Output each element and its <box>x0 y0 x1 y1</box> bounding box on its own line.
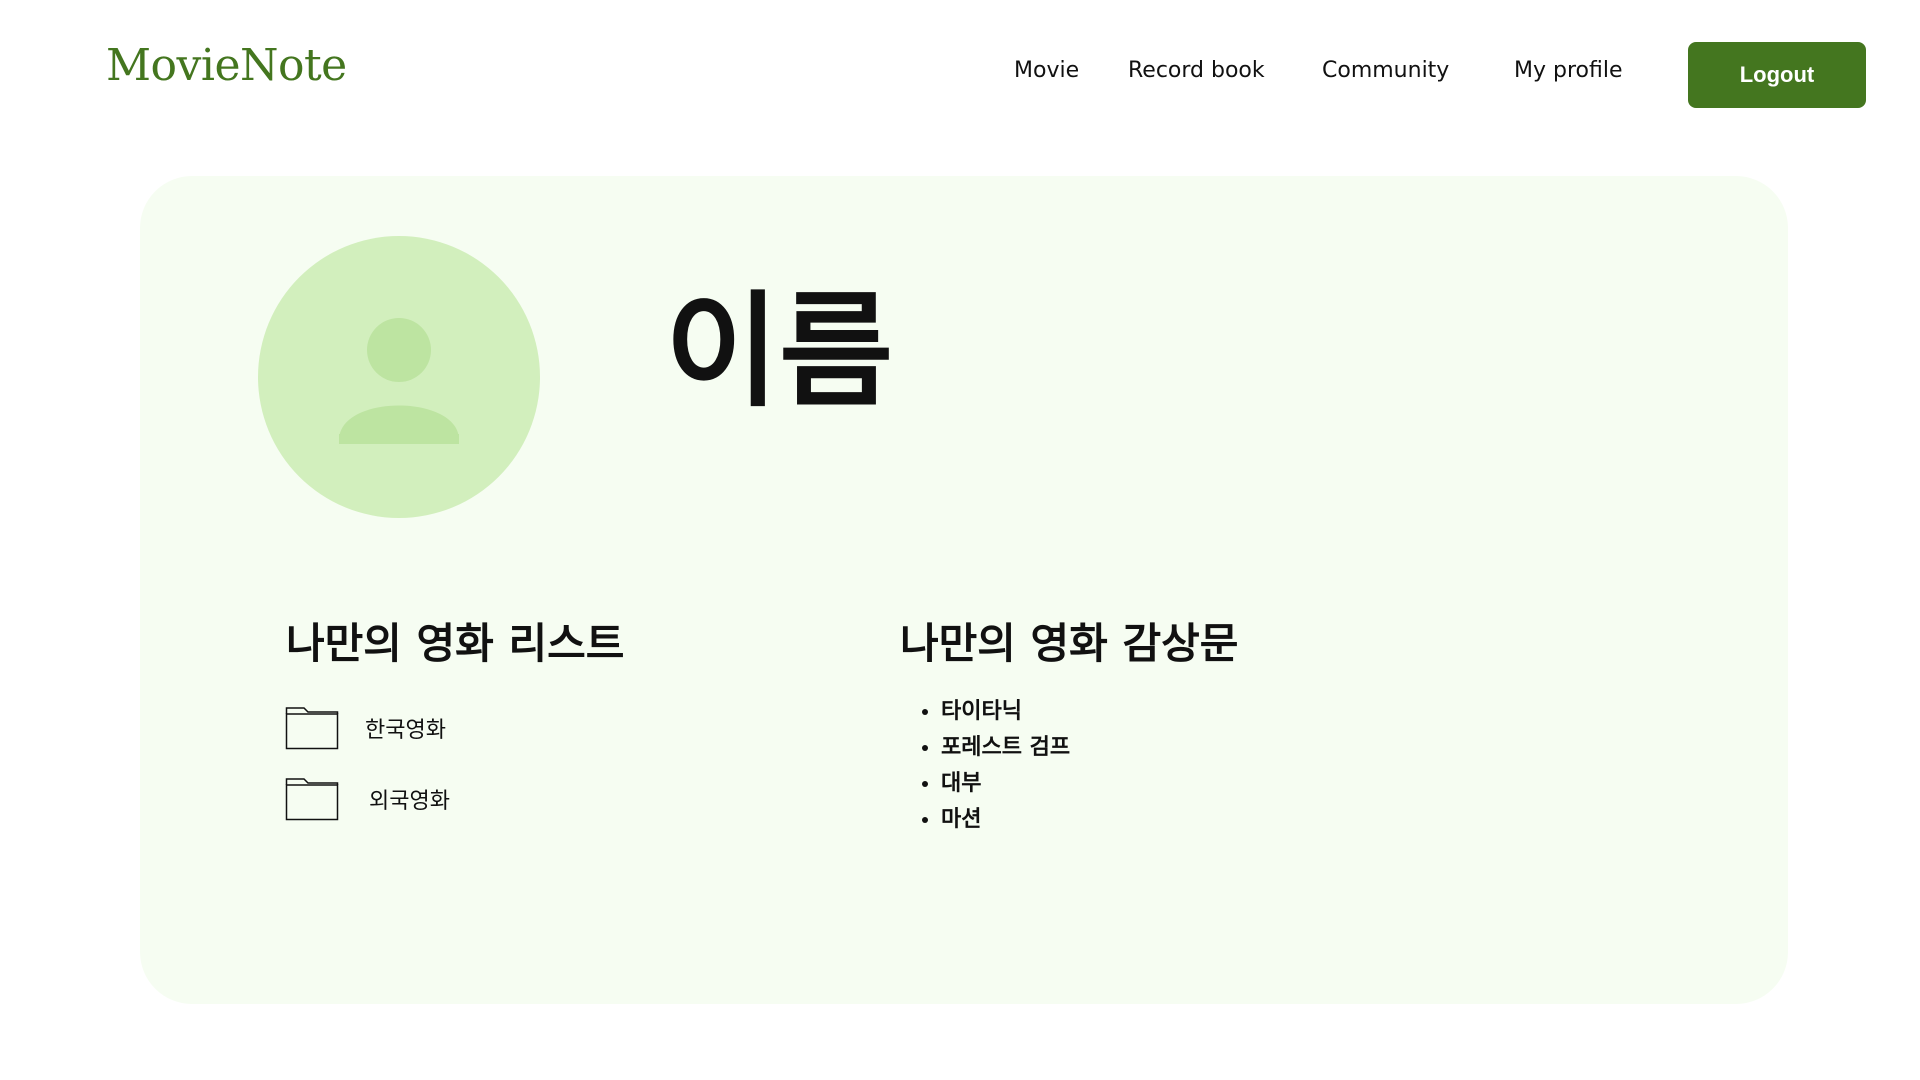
review-item-titanic[interactable]: 타이타닉 <box>941 694 1070 730</box>
profile-name: 이름 <box>665 280 894 424</box>
nav-link-movie[interactable]: Movie <box>1014 58 1079 83</box>
review-item-the-godfather[interactable]: 대부 <box>941 766 1070 802</box>
review-item-forrest-gump[interactable]: 포레스트 검프 <box>941 730 1070 766</box>
nav-link-record-book[interactable]: Record book <box>1128 58 1265 83</box>
folder-icon <box>285 778 339 821</box>
folder-foreign-movies[interactable]: 외국영화 <box>285 777 450 821</box>
my-movie-reviews-title: 나만의 영화 감상문 <box>900 619 1239 668</box>
nav-link-my-profile[interactable]: My profile <box>1514 58 1623 83</box>
review-item-the-martian[interactable]: 마션 <box>941 802 1070 838</box>
nav-link-community[interactable]: Community <box>1322 58 1449 83</box>
avatar <box>258 236 540 518</box>
page: MovieNote Movie Record book Community My… <box>0 0 1920 1080</box>
folder-label: 외국영화 <box>369 789 450 814</box>
folder-icon <box>285 707 339 750</box>
user-silhouette-icon <box>339 318 459 444</box>
profile-card: 이름 나만의 영화 리스트 한국영화 외국영화 나만의 영화 감상문 타이타닉 … <box>140 176 1788 1004</box>
logout-button[interactable]: Logout <box>1688 42 1866 108</box>
folder-label: 한국영화 <box>365 718 446 743</box>
folder-korean-movies[interactable]: 한국영화 <box>285 706 446 750</box>
reviews-list: 타이타닉 포레스트 검프 대부 마션 <box>899 694 1070 838</box>
logo[interactable]: MovieNote <box>106 40 347 91</box>
my-movie-list-title: 나만의 영화 리스트 <box>286 619 625 668</box>
